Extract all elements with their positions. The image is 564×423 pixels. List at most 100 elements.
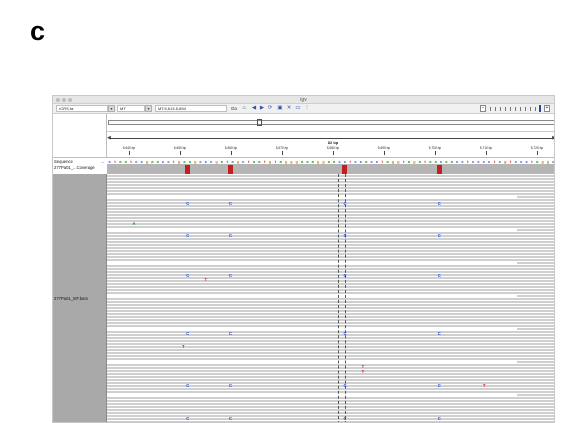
zoom-level-tick[interactable] — [505, 107, 506, 111]
strand-arrow-icon[interactable]: → — [100, 159, 104, 164]
locus-input[interactable]: MT:5,613-5,894 — [155, 105, 227, 112]
chromosome-dropdown-button[interactable]: ▾ — [145, 105, 152, 112]
zoom-level-tick[interactable] — [490, 107, 491, 111]
read-row[interactable] — [107, 349, 554, 351]
read-row[interactable] — [107, 226, 554, 228]
read-row[interactable] — [107, 409, 554, 411]
read-row[interactable] — [107, 412, 554, 414]
read-row[interactable] — [107, 418, 554, 420]
zoom-in-button[interactable]: + — [544, 105, 550, 112]
read-row[interactable] — [107, 403, 554, 405]
go-button[interactable]: Go — [231, 105, 237, 112]
read-row[interactable] — [107, 214, 554, 216]
read-row[interactable] — [107, 289, 554, 291]
read-row[interactable] — [107, 298, 554, 300]
read-row[interactable] — [107, 388, 554, 390]
read-row[interactable] — [107, 367, 554, 369]
read-row[interactable] — [107, 376, 554, 378]
read-row[interactable] — [107, 187, 554, 189]
read-row[interactable] — [107, 379, 554, 381]
read-row[interactable] — [107, 364, 554, 366]
coverage-snp-bar[interactable] — [436, 165, 442, 174]
read-row[interactable] — [107, 184, 554, 186]
read-row[interactable] — [107, 385, 554, 387]
read-row[interactable] — [107, 235, 554, 237]
chromosome-select[interactable]: MT — [117, 105, 145, 112]
read-row[interactable] — [107, 340, 554, 342]
read-row[interactable] — [517, 328, 554, 330]
read-row[interactable] — [107, 256, 554, 258]
read-row[interactable] — [107, 391, 554, 393]
read-row[interactable] — [107, 277, 554, 279]
read-row[interactable] — [107, 316, 554, 318]
roi-icon[interactable]: ▣ — [277, 105, 283, 112]
read-row[interactable] — [107, 358, 554, 360]
read-row[interactable] — [107, 373, 554, 375]
ruler-track[interactable]: ◀ ▶ 82 bp 5,640 bp 5,650 bp 5,660 bp 5,670 … — [107, 132, 554, 158]
zoom-level-tick[interactable] — [515, 107, 516, 111]
read-row[interactable] — [107, 337, 554, 339]
back-icon[interactable]: ◀ — [251, 105, 257, 112]
read-row[interactable] — [107, 265, 554, 267]
read-row[interactable] — [517, 196, 554, 198]
read-row[interactable] — [107, 205, 554, 207]
read-row[interactable] — [107, 268, 554, 270]
coverage-snp-bar[interactable] — [342, 165, 348, 174]
read-row[interactable] — [107, 238, 554, 240]
coverage-snp-bar[interactable] — [227, 165, 233, 174]
zoom-out-button[interactable]: − — [480, 105, 486, 112]
divider-icon[interactable]: ⋮ — [304, 105, 310, 112]
read-row[interactable] — [107, 331, 554, 333]
read-row[interactable] — [107, 355, 554, 357]
read-row[interactable] — [107, 241, 554, 243]
read-row[interactable] — [107, 247, 554, 249]
read-row[interactable] — [107, 211, 554, 213]
read-row[interactable] — [107, 382, 554, 384]
read-row[interactable] — [107, 244, 554, 246]
read-row[interactable] — [107, 271, 554, 273]
genome-select[interactable]: rCRS.fa — [56, 105, 108, 112]
read-row[interactable] — [517, 229, 554, 231]
read-row[interactable] — [107, 301, 554, 303]
read-row[interactable] — [107, 217, 554, 219]
popup-text-icon[interactable]: ▭ — [295, 105, 301, 112]
read-row[interactable] — [107, 334, 554, 336]
read-row[interactable] — [107, 283, 554, 285]
read-row[interactable] — [107, 178, 554, 180]
read-row[interactable] — [517, 394, 554, 396]
zoom-level-tick[interactable] — [530, 107, 531, 111]
read-row[interactable] — [107, 223, 554, 225]
alignment-track[interactable]: CCCCCCCCCCCCCCCCCCCCCCCCTTTTTA — [107, 174, 554, 422]
zoom-slider-handle[interactable] — [539, 105, 541, 112]
read-row[interactable] — [517, 295, 554, 297]
read-row[interactable] — [107, 370, 554, 372]
zoom-level-tick[interactable] — [495, 107, 496, 111]
read-row[interactable] — [107, 175, 554, 177]
home-icon[interactable]: ⌂ — [241, 105, 247, 112]
read-row[interactable] — [107, 286, 554, 288]
read-row[interactable] — [107, 325, 554, 327]
read-row[interactable] — [107, 193, 554, 195]
read-row[interactable] — [107, 415, 554, 417]
forward-icon[interactable]: ▶ — [259, 105, 265, 112]
read-row[interactable] — [107, 352, 554, 354]
read-row[interactable] — [107, 220, 554, 222]
read-row[interactable] — [107, 250, 554, 252]
read-row[interactable] — [517, 262, 554, 264]
close-icon[interactable]: ✕ — [286, 105, 292, 112]
read-row[interactable] — [107, 232, 554, 234]
refresh-icon[interactable]: ⟳ — [267, 105, 273, 112]
read-row[interactable] — [107, 406, 554, 408]
zoom-level-tick[interactable] — [510, 107, 511, 111]
read-row[interactable] — [107, 253, 554, 255]
genome-dropdown-button[interactable]: ▾ — [108, 105, 115, 112]
read-row[interactable] — [517, 361, 554, 363]
read-row[interactable] — [107, 190, 554, 192]
read-row[interactable] — [107, 181, 554, 183]
read-row[interactable] — [107, 310, 554, 312]
read-row[interactable] — [107, 397, 554, 399]
read-row[interactable] — [107, 343, 554, 345]
read-row[interactable] — [107, 259, 554, 261]
read-row[interactable] — [107, 202, 554, 204]
read-row[interactable] — [107, 346, 554, 348]
